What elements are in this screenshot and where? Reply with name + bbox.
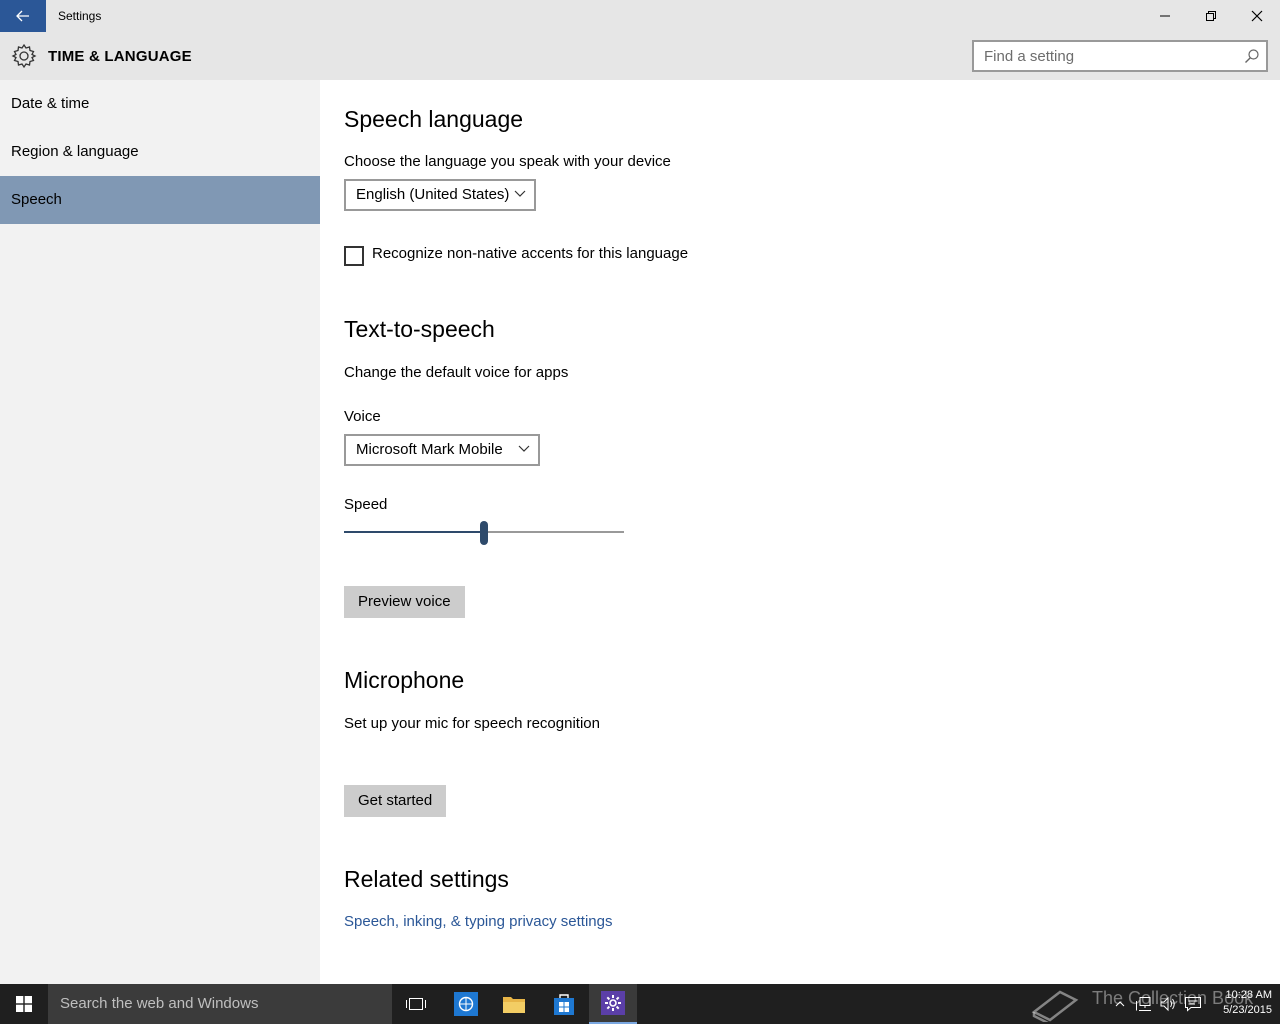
non-native-accents-checkbox[interactable] [344,246,364,266]
action-center-button[interactable] [1183,994,1203,1014]
sidebar: Date & time Region & language Speech [0,80,320,984]
tts-heading: Text-to-speech [344,316,495,342]
clock-date: 5/23/2015 [1223,1004,1272,1016]
network-button[interactable] [1134,994,1154,1014]
microphone-description: Set up your mic for speech recognition [344,715,600,732]
speaker-icon [1160,996,1175,1012]
taskbar: Search the web and Windows The Collectio… [0,984,1280,1024]
chevron-down-icon [514,190,526,197]
show-hidden-icons-button[interactable] [1110,994,1130,1014]
voice-value: Microsoft Mark Mobile [356,441,503,458]
page-title: TIME & LANGUAGE [48,48,192,65]
task-view-button[interactable] [392,984,440,1024]
app-title: Settings [58,9,102,23]
speech-language-dropdown[interactable]: English (United States) [344,179,536,211]
close-button[interactable] [1234,0,1280,32]
speech-language-value: English (United States) [356,186,510,203]
close-icon [1251,10,1263,22]
privacy-settings-link[interactable]: Speech, inking, & typing privacy setting… [344,913,612,930]
non-native-accents-label: Recognize non-native accents for this la… [372,245,689,262]
file-explorer-button[interactable] [490,984,538,1024]
taskbar-search[interactable]: Search the web and Windows [48,984,392,1024]
restore-button[interactable] [1188,0,1234,32]
book-watermark-icon [1031,990,1079,1022]
sidebar-item-speech[interactable]: Speech [0,176,320,224]
settings-taskbar-button[interactable] [589,984,637,1024]
start-button[interactable] [0,984,48,1024]
action-center-icon [1185,997,1201,1012]
tts-description: Change the default voice for apps [344,364,569,381]
main-content: Speech language Choose the language you … [320,80,1280,984]
taskbar-clock[interactable]: 10:28 AM 5/23/2015 [1208,988,1272,1018]
slider-thumb[interactable] [480,521,488,545]
network-icon [1136,997,1151,1011]
file-explorer-icon [503,997,525,1013]
chevron-down-icon [518,445,530,452]
minimize-button[interactable] [1142,0,1188,32]
slider-track-filled[interactable] [344,531,484,533]
speech-language-description: Choose the language you speak with your … [344,153,671,170]
clock-time: 10:28 AM [1225,989,1272,1001]
store-button[interactable] [540,984,588,1024]
internet-explorer-button[interactable] [442,984,490,1024]
settings-header: TIME & LANGUAGE [0,32,1280,80]
store-icon [554,994,574,1015]
back-arrow-icon [16,10,29,22]
voice-label: Voice [344,408,381,425]
chevron-up-icon [1115,1001,1125,1007]
slider-track-empty[interactable] [484,531,624,533]
microphone-heading: Microphone [344,667,465,693]
sidebar-item-region-language[interactable]: Region & language [0,128,320,176]
settings-icon [601,991,625,1015]
volume-button[interactable] [1158,994,1178,1014]
voice-dropdown[interactable]: Microsoft Mark Mobile [344,434,540,466]
minimize-icon [1160,15,1170,17]
restore-icon [1206,11,1216,21]
search-input[interactable] [974,42,1234,70]
related-settings-heading: Related settings [344,866,509,892]
speed-label: Speed [344,496,388,513]
find-setting-search[interactable] [972,40,1268,72]
task-view-icon [406,998,426,1010]
search-icon[interactable] [1244,48,1260,64]
speech-language-heading: Speech language [344,106,524,132]
back-button[interactable] [0,0,46,32]
gear-icon [11,43,37,69]
sidebar-item-date-time[interactable]: Date & time [0,80,320,128]
internet-explorer-icon [454,992,478,1016]
windows-logo-icon [16,996,32,1012]
get-started-button[interactable]: Get started [344,785,447,817]
preview-voice-button[interactable]: Preview voice [344,586,465,618]
title-bar: Settings [0,0,1280,32]
